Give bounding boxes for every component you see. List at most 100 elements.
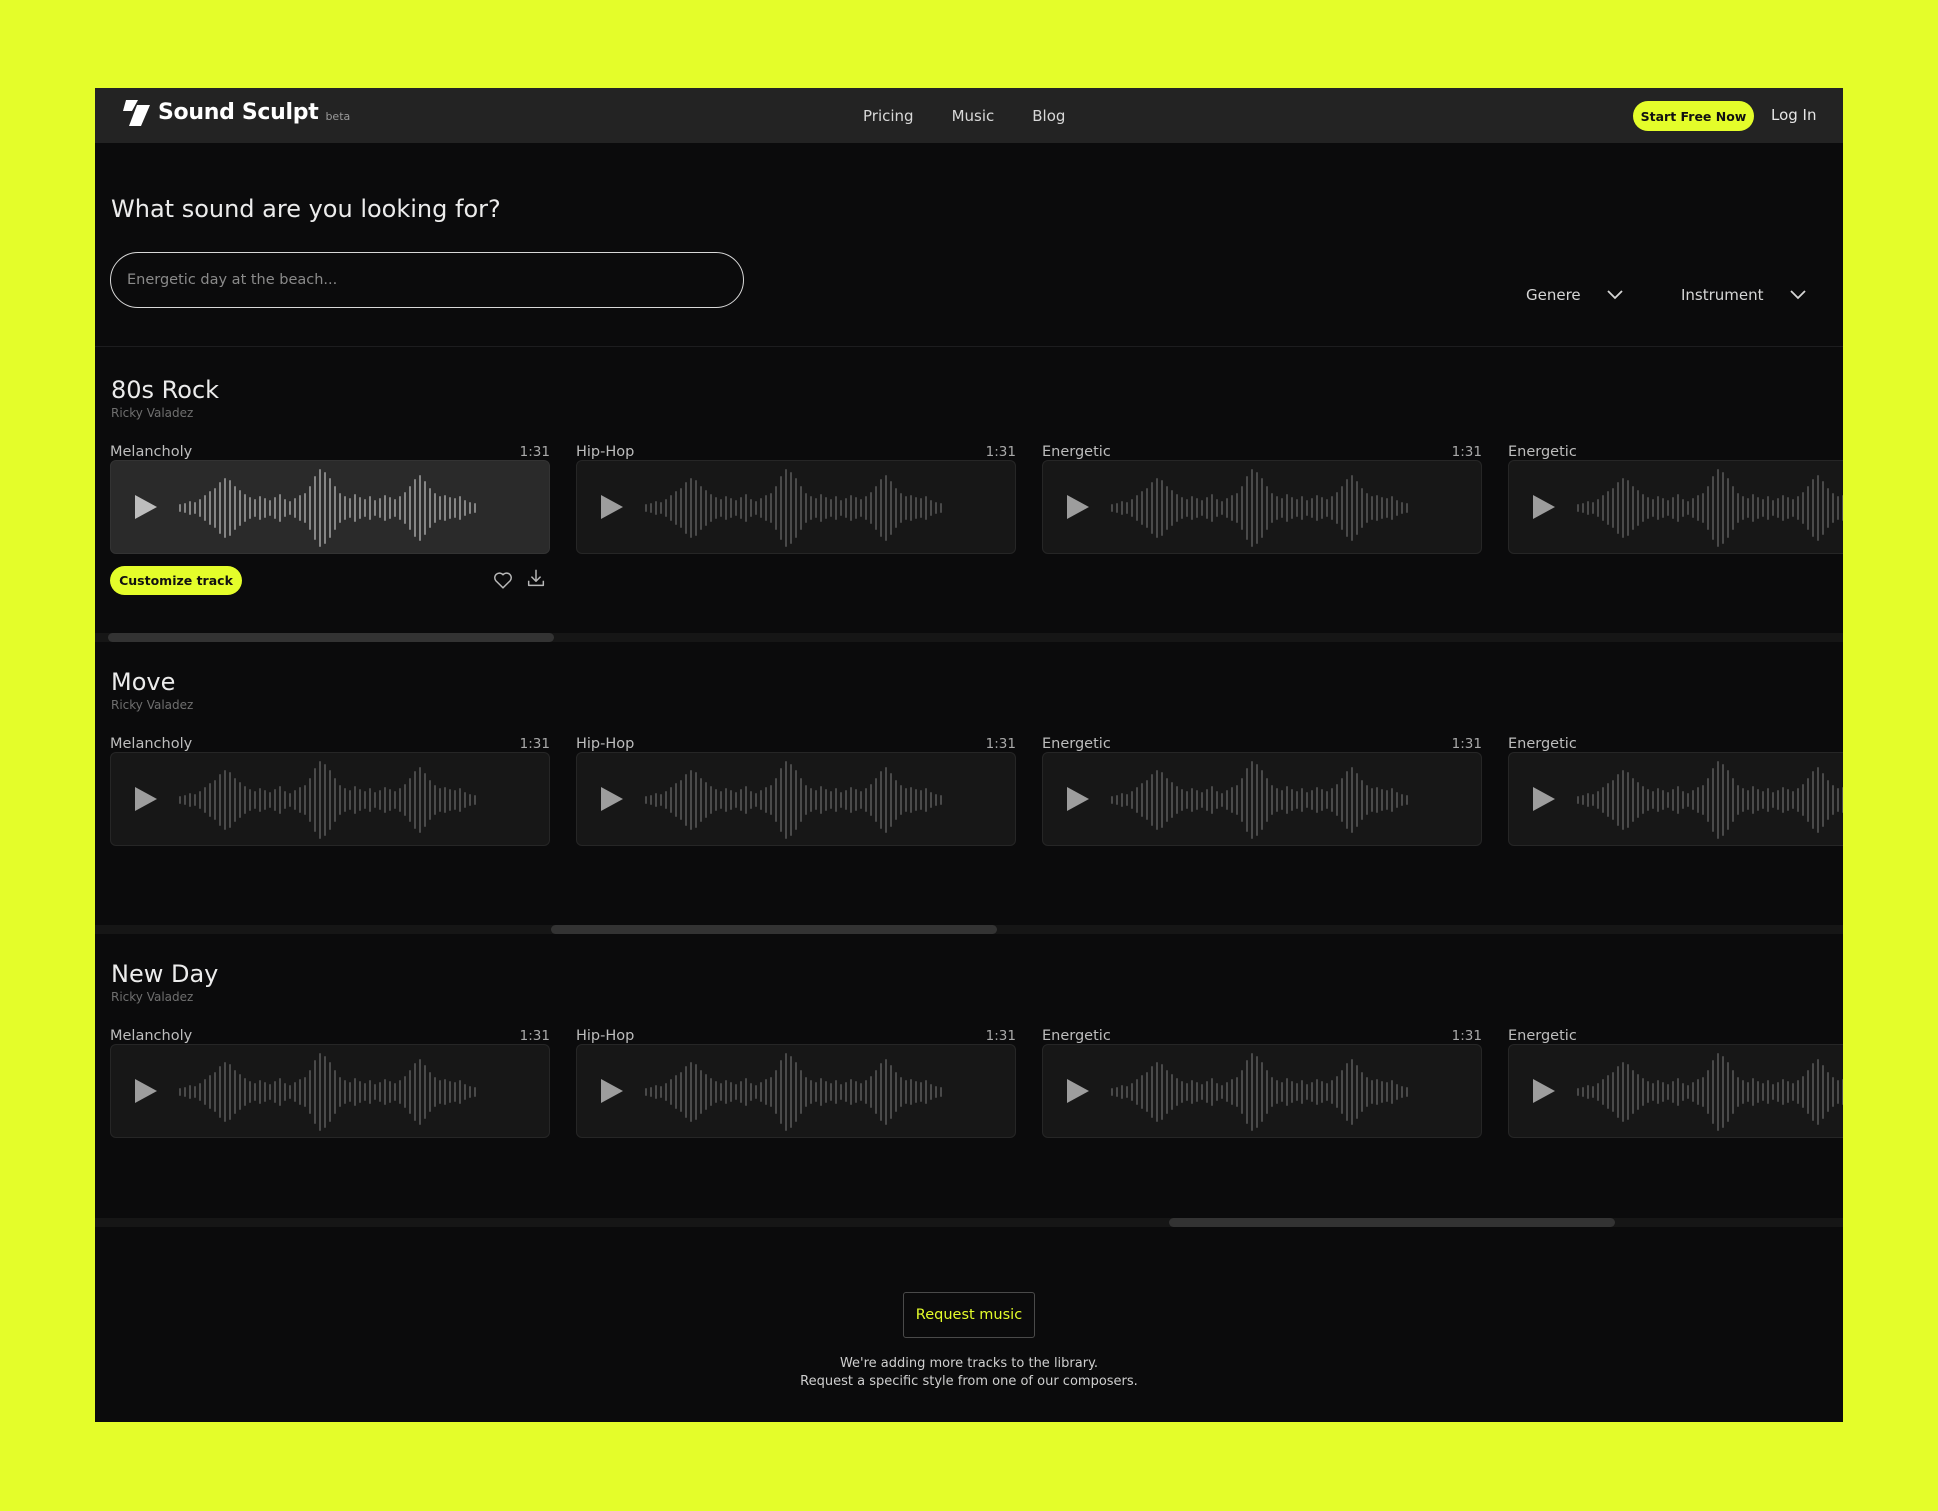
waveform[interactable]	[645, 467, 1005, 549]
download-icon[interactable]	[525, 567, 547, 589]
waveform-bar	[1371, 496, 1373, 520]
track-player[interactable]	[1042, 752, 1482, 846]
waveform-bar	[214, 1072, 216, 1112]
waveform-bar	[1296, 791, 1298, 809]
scrollbar-thumb[interactable]	[551, 925, 997, 934]
track-player[interactable]	[1508, 1044, 1843, 1138]
request-music-button[interactable]: Request music	[903, 1292, 1035, 1338]
waveform[interactable]	[1111, 759, 1471, 841]
waveform-bar	[1406, 1087, 1408, 1097]
track-player[interactable]	[1508, 460, 1843, 554]
waveform[interactable]	[179, 759, 539, 841]
nav-blog[interactable]: Blog	[1032, 107, 1065, 125]
nav-music[interactable]: Music	[952, 107, 995, 125]
waveform-bar	[1672, 1081, 1674, 1103]
waveform-bar	[1612, 1072, 1614, 1112]
waveform[interactable]	[1111, 1051, 1471, 1133]
waveform-bar	[1216, 499, 1218, 517]
waveform[interactable]	[179, 1051, 539, 1133]
waveform-bar	[1732, 778, 1734, 822]
play-icon[interactable]	[601, 495, 623, 519]
heart-icon[interactable]	[492, 569, 514, 591]
brand-logo[interactable]: Sound Sculpt beta	[123, 100, 350, 126]
chevron-down-icon	[1789, 290, 1806, 300]
instrument-dropdown[interactable]: Instrument	[1681, 286, 1806, 304]
start-free-button[interactable]: Start Free Now	[1633, 101, 1754, 131]
waveform-bar	[354, 1078, 356, 1106]
waveform-bar	[1577, 796, 1579, 804]
waveform-bar	[424, 481, 426, 535]
waveform-bar	[1316, 1079, 1318, 1105]
waveform-bar	[1166, 778, 1168, 822]
waveform-bar	[399, 788, 401, 812]
section-scrollbar[interactable]	[95, 925, 1843, 934]
play-icon[interactable]	[601, 787, 623, 811]
track-player[interactable]	[110, 1044, 550, 1138]
waveform-bar	[239, 782, 241, 818]
waveform-bar	[1221, 1085, 1223, 1099]
waveform-bar	[700, 1070, 702, 1114]
waveform-bar	[1767, 496, 1769, 520]
waveform-bar	[1311, 790, 1313, 810]
waveform-bar	[1286, 1078, 1288, 1106]
waveform-bar	[770, 1077, 772, 1107]
waveform-bar	[1787, 789, 1789, 811]
waveform[interactable]	[179, 467, 539, 549]
waveform-bar	[309, 486, 311, 530]
play-icon[interactable]	[1067, 787, 1089, 811]
section-scrollbar[interactable]	[95, 633, 1843, 642]
waveform[interactable]	[1577, 759, 1843, 841]
waveform[interactable]	[1577, 1051, 1843, 1133]
waveform-bar	[1712, 768, 1714, 832]
scrollbar-thumb[interactable]	[1169, 1218, 1615, 1227]
track-player[interactable]	[576, 752, 1016, 846]
waveform-bar	[1191, 1080, 1193, 1104]
genre-dropdown[interactable]: Genere	[1526, 286, 1623, 304]
play-icon[interactable]	[1067, 1079, 1089, 1103]
waveform[interactable]	[645, 759, 1005, 841]
waveform-bar	[750, 499, 752, 517]
waveform[interactable]	[1577, 467, 1843, 549]
track-player[interactable]	[110, 752, 550, 846]
search-input[interactable]	[110, 252, 744, 308]
waveform-bar	[940, 795, 942, 805]
play-icon[interactable]	[1067, 495, 1089, 519]
waveform-bar	[1266, 1070, 1268, 1114]
waveform-bar	[1276, 788, 1278, 812]
track-player[interactable]	[1508, 752, 1843, 846]
customize-track-button[interactable]: Customize track	[110, 566, 242, 595]
waveform-bar	[214, 488, 216, 528]
waveform[interactable]	[645, 1051, 1005, 1133]
nav-pricing[interactable]: Pricing	[863, 107, 914, 125]
waveform-bar	[454, 1082, 456, 1102]
waveform-bar	[870, 492, 872, 524]
track-player[interactable]	[576, 460, 1016, 554]
scrollbar-thumb[interactable]	[108, 633, 554, 642]
waveform-bar	[670, 495, 672, 521]
waveform-bar	[1592, 794, 1594, 806]
waveform-bar	[1722, 1056, 1724, 1128]
waveform-bar	[1642, 1078, 1644, 1106]
play-icon[interactable]	[1533, 1079, 1555, 1103]
waveform-bar	[454, 790, 456, 810]
waveform-bar	[384, 495, 386, 521]
play-icon[interactable]	[135, 1079, 157, 1103]
play-icon[interactable]	[1533, 495, 1555, 519]
track-player[interactable]	[110, 460, 550, 554]
track-player[interactable]	[576, 1044, 1016, 1138]
login-link[interactable]: Log In	[1771, 106, 1817, 124]
waveform-bar	[334, 486, 336, 530]
track-player[interactable]	[1042, 1044, 1482, 1138]
track-player[interactable]	[1042, 460, 1482, 554]
waveform-bar	[394, 499, 396, 517]
play-icon[interactable]	[135, 495, 157, 519]
waveform-bar	[1251, 761, 1253, 839]
play-icon[interactable]	[601, 1079, 623, 1103]
waveform-bar	[1166, 1070, 1168, 1114]
waveform-bar	[1792, 499, 1794, 517]
play-icon[interactable]	[1533, 787, 1555, 811]
waveform-bar	[660, 794, 662, 806]
waveform[interactable]	[1111, 467, 1471, 549]
play-icon[interactable]	[135, 787, 157, 811]
section-scrollbar[interactable]	[95, 1218, 1843, 1227]
